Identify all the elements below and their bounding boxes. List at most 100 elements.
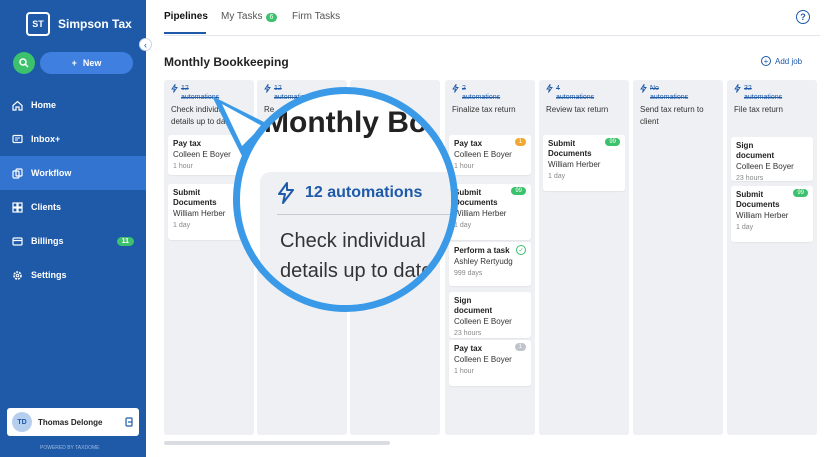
sidebar-item-label: Workflow <box>31 168 72 178</box>
sidebar-item-billings[interactable]: Billings 11 <box>0 224 146 258</box>
job-card-time: 23 hours <box>454 330 482 337</box>
new-button-label: New <box>82 58 102 68</box>
sidebar-item-label: Clients <box>31 202 62 212</box>
column-automations[interactable]: No automations <box>640 84 720 102</box>
tab-pipelines[interactable]: Pipelines <box>164 11 208 22</box>
add-job-button[interactable]: + Add job <box>761 56 802 66</box>
magnified-column-header: 12 automations Check individual details … <box>260 172 451 305</box>
column-header[interactable]: 2 automations Finalize tax return <box>452 84 532 116</box>
plus-icon: + <box>71 58 77 68</box>
job-card-badge: 99 <box>793 189 808 197</box>
pipeline-column: 2 automations Finalize tax return Pay tax Co… <box>445 80 535 435</box>
sidebar: ST Simpson Tax + New Home Inbox+ Workflo… <box>0 0 146 457</box>
lightning-icon <box>452 84 459 93</box>
job-card[interactable]: Perform a task Ashley Rertyudg 999 days ✓ <box>449 242 531 286</box>
brand-logo: ST <box>26 12 50 36</box>
sidebar-item-settings[interactable]: Settings <box>0 258 146 292</box>
job-card-time: 1 hour <box>454 368 474 375</box>
logout-icon[interactable] <box>125 417 134 427</box>
lightning-icon <box>640 84 647 93</box>
column-header[interactable]: 4 automations Review tax return <box>546 84 626 116</box>
automations-count: 4 <box>556 85 560 92</box>
plus-circle-icon: + <box>761 56 771 66</box>
column-header[interactable]: 32 automations File tax return <box>734 84 814 116</box>
column-header[interactable]: No automations Send tax return to client <box>640 84 720 128</box>
collapse-sidebar-button[interactable]: ‹ <box>139 38 152 51</box>
magnifier-callout: Monthly Boo 12 automations Check individ… <box>233 87 458 312</box>
pipeline-column: 4 automations Review tax return Submit Docu… <box>539 80 629 435</box>
job-card[interactable]: Pay tax Colleen E Boyer 1 hour 1 <box>449 135 531 175</box>
job-card[interactable]: Sign document Colleen E Boyer 23 hours <box>449 292 531 338</box>
job-card-title: Sign document <box>454 296 493 315</box>
horizontal-scrollbar[interactable] <box>164 441 390 445</box>
search-button[interactable] <box>13 52 35 74</box>
billings-count-badge: 11 <box>116 236 134 246</box>
job-card[interactable]: Submit Documents William Herber 1 day 99 <box>543 135 625 191</box>
my-tasks-count-badge: 6 <box>265 13 278 22</box>
job-card-badge: 1 <box>514 343 526 351</box>
automations-count: No <box>650 85 659 92</box>
column-automations[interactable]: 4 automations <box>546 84 626 102</box>
workflow-icon <box>12 167 23 179</box>
job-card-assignee: Colleen E Boyer <box>454 317 512 326</box>
new-button[interactable]: + New <box>40 52 133 74</box>
avatar: TD <box>12 412 32 432</box>
sidebar-item-workflow[interactable]: Workflow <box>0 156 146 190</box>
automations-count: 12 <box>274 85 282 92</box>
magnified-automations-label: 12 automations <box>305 184 423 201</box>
user-card[interactable]: TD Thomas Delonge <box>7 408 139 436</box>
column-automations[interactable]: 2 automations <box>452 84 532 102</box>
automations-word: automations <box>744 94 783 101</box>
automations-label: 2 automations <box>462 84 500 102</box>
lightning-icon <box>264 84 271 93</box>
job-card-badge: 99 <box>605 138 620 146</box>
job-card-assignee: Colleen E Boyer <box>454 150 512 159</box>
sidebar-item-clients[interactable]: Clients <box>0 190 146 224</box>
automations-word: automations <box>556 94 595 101</box>
job-card-assignee: Ashley Rertyudg <box>454 257 513 266</box>
lightning-icon <box>278 182 294 204</box>
column-automations[interactable]: 32 automations <box>734 84 814 102</box>
pipeline-column: 32 automations File tax return Sign documen… <box>727 80 817 435</box>
brand-name: Simpson Tax <box>58 17 132 31</box>
job-card[interactable]: Pay tax Colleen E Boyer 1 hour 1 <box>449 340 531 386</box>
sidebar-item-label: Billings <box>31 236 64 246</box>
sidebar-nav: Home Inbox+ Workflow Clients Billings 11… <box>0 88 146 292</box>
chevron-left-icon: ‹ <box>144 39 147 50</box>
job-card-assignee: William Herber <box>548 160 601 169</box>
job-card-time: 999 days <box>454 270 483 277</box>
pipeline-column: No automations Send tax return to client <box>633 80 723 435</box>
help-icon[interactable]: ? <box>796 10 810 24</box>
job-card-time: 23 hours <box>736 175 764 182</box>
job-card-title: Sign document <box>736 141 775 160</box>
job-card-time: 1 day <box>736 224 754 231</box>
job-card[interactable]: Submit Documents William Herber 1 day 99 <box>449 184 531 240</box>
job-card[interactable]: Sign document Colleen E Boyer 23 hours <box>731 137 813 182</box>
billing-icon <box>12 236 23 247</box>
home-icon <box>12 100 23 111</box>
user-name: Thomas Delonge <box>38 417 103 427</box>
magnified-page-title: Monthly Boo <box>264 106 446 139</box>
sidebar-item-home[interactable]: Home <box>0 88 146 122</box>
clients-icon <box>12 201 23 213</box>
brand[interactable]: ST Simpson Tax <box>26 12 132 36</box>
automations-word: automations <box>462 94 501 101</box>
top-nav: Pipelines My Tasks 6 Firm Tasks ? <box>146 0 828 36</box>
automations-count: 12 <box>181 85 189 92</box>
sidebar-item-inbox[interactable]: Inbox+ <box>0 122 146 156</box>
automations-count: 2 <box>462 85 466 92</box>
column-title: Send tax return to client <box>640 105 704 126</box>
tab-firm-tasks[interactable]: Firm Tasks <box>292 11 340 22</box>
gear-icon <box>12 270 23 281</box>
job-card-assignee: William Herber <box>454 209 507 218</box>
job-card-time: 1 hour <box>173 163 193 170</box>
job-card-time: 1 hour <box>454 163 474 170</box>
automations-word: automations <box>650 94 689 101</box>
magnified-title-line: details up to date <box>280 260 433 282</box>
job-card[interactable]: Submit Documents William Herber 1 day 99 <box>731 186 813 242</box>
column-title: Review tax return <box>546 105 609 114</box>
active-tab-indicator <box>164 32 206 34</box>
job-card-assignee: William Herber <box>736 211 789 220</box>
tab-my-tasks[interactable]: My Tasks 6 <box>221 11 278 22</box>
divider <box>277 214 451 215</box>
